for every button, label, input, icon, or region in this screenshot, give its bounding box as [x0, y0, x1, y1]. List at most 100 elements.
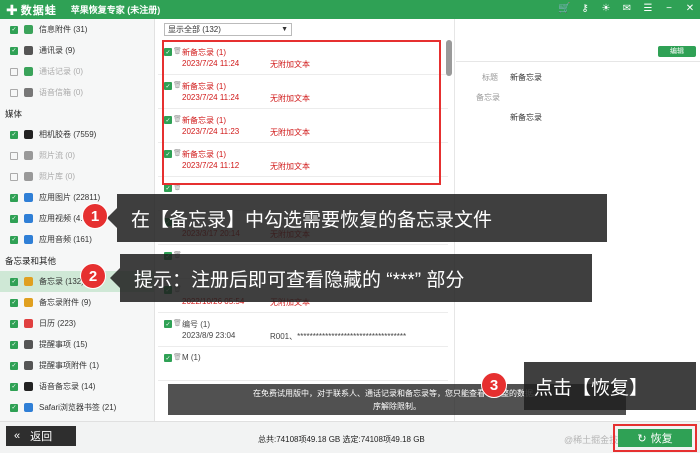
note-list-item[interactable]: ✓ 🗑 M (1)	[158, 347, 448, 381]
list-scrollbar[interactable]	[446, 40, 452, 76]
step-2-badge: 2	[80, 263, 106, 289]
note-title: 新备忘录 (1)	[182, 48, 226, 57]
checkbox[interactable]: ✓	[10, 277, 18, 286]
checkbox[interactable]: ✓	[10, 319, 18, 328]
checkbox[interactable]: ✓	[164, 116, 172, 124]
sidebar-section-title: 媒体	[5, 108, 23, 119]
checkbox[interactable]: ✓	[10, 214, 18, 223]
app-videos-icon	[24, 214, 33, 223]
edit-button[interactable]: 编辑	[658, 46, 696, 57]
sidebar-item[interactable]: ✓ 语音备忘录 (14)	[0, 376, 154, 397]
checkbox[interactable]: ✓	[10, 235, 18, 244]
checkbox[interactable]	[10, 151, 18, 160]
checkbox[interactable]: ✓	[10, 382, 18, 391]
highlight-box-restore: ↻ 恢复	[613, 424, 697, 452]
checkbox[interactable]	[10, 88, 18, 97]
note-extra: 无附加文本	[270, 94, 310, 103]
note-list-item[interactable]: ✓ 🗑 新备忘录 (1) 2023/7/24 11:12 无附加文本	[158, 143, 448, 177]
detail-divider	[456, 61, 700, 62]
note-date: 2023/7/24 11:12	[182, 161, 240, 170]
reminder-attachment-icon	[24, 361, 33, 370]
sidebar-item[interactable]: ✓ 提醒事项附件 (1)	[0, 355, 154, 376]
step-1-badge: 1	[82, 203, 108, 229]
checkbox[interactable]: ✓	[10, 298, 18, 307]
selection-status: 总共:74108项49.18 GB 选定:74108项49.18 GB	[258, 435, 425, 444]
sidebar-item[interactable]: ✓ 信息附件 (31)	[0, 19, 154, 40]
call-log-icon	[24, 67, 33, 76]
sidebar-item-label: 应用视频 (4...	[39, 214, 88, 223]
message-attachment-icon	[24, 25, 33, 34]
sidebar-item-label: 应用音频 (161)	[39, 235, 92, 244]
sidebar-item[interactable]: 语音信箱 (0)	[0, 82, 154, 103]
note-list-item[interactable]: ✓ 🗑 新备忘录 (1) 2023/7/24 11:23 无附加文本	[158, 109, 448, 143]
chevron-down-icon: ▼	[281, 26, 288, 33]
sidebar-item[interactable]: 照片库 (0)	[0, 166, 154, 187]
filter-select[interactable]: 显示全部 (132) ▼	[164, 23, 292, 36]
checkbox[interactable]: ✓	[164, 320, 172, 328]
callout-step-2: 提示：注册后即可查看隐藏的 “***” 部分	[120, 254, 592, 302]
app-photos-icon	[24, 193, 33, 202]
notes-attachment-icon	[24, 298, 33, 307]
checkbox[interactable]: ✓	[164, 48, 172, 56]
checkbox[interactable]: ✓	[10, 193, 18, 202]
calendar-icon	[24, 319, 33, 328]
note-list-item[interactable]: ✓ 🗑 编号 (1) 2023/8/9 23:04 R001、*************…	[158, 313, 448, 347]
checkbox[interactable]: ✓	[164, 150, 172, 158]
checkbox[interactable]: ✓	[164, 82, 172, 90]
sidebar-item[interactable]: ✓ 相机胶卷 (7559)	[0, 124, 154, 145]
window-controls: 🛒 ⚷ ☀ ✉ ☰ − ✕	[558, 3, 696, 15]
sidebar-item[interactable]: ✓ Safari浏览器书签 (21)	[0, 397, 154, 418]
cart-icon[interactable]: 🛒	[558, 3, 570, 15]
menu-icon[interactable]: ☰	[642, 3, 654, 15]
app-logo: ✚ 数据蛙	[6, 2, 57, 18]
callout-step-1-pointer	[107, 208, 117, 228]
callout-step-3: 点击【恢复】	[524, 362, 696, 410]
logo-plus-icon: ✚	[6, 1, 18, 18]
bottom-bar: « 返回 总共:74108项49.18 GB 选定:74108项49.18 GB…	[0, 421, 700, 453]
trash-icon: 🗑	[173, 116, 182, 123]
checkbox[interactable]	[10, 172, 18, 181]
checkbox[interactable]: ✓	[10, 340, 18, 349]
restore-icon: ↻	[637, 432, 647, 445]
back-button[interactable]: « 返回	[6, 426, 76, 446]
checkbox[interactable]: ✓	[164, 354, 172, 362]
double-chevron-left-icon: «	[14, 430, 21, 442]
lightbulb-icon[interactable]: ☀	[600, 3, 612, 15]
sidebar-item-label: 照片流 (0)	[39, 151, 75, 160]
feedback-icon[interactable]: ✉	[621, 3, 633, 15]
checkbox[interactable]: ✓	[10, 25, 18, 34]
back-label: 返回	[30, 431, 53, 443]
photo-stream-icon	[24, 151, 33, 160]
note-extra: 无附加文本	[270, 128, 310, 137]
note-list-item[interactable]: ✓ 🗑 新备忘录 (1) 2023/7/24 11:24 无附加文本	[158, 75, 448, 109]
note-date: 2023/7/24 11:24	[182, 59, 240, 68]
callout-step-3-text: 点击【恢复】	[534, 377, 649, 399]
checkbox[interactable]: ✓	[10, 403, 18, 412]
sidebar-item[interactable]: ✓ 日历 (223)	[0, 313, 154, 334]
checkbox[interactable]: ✓	[10, 46, 18, 55]
trash-icon: 🗑	[173, 150, 182, 157]
checkbox[interactable]: ✓	[164, 184, 172, 192]
sidebar-item[interactable]: ✓ 通讯录 (9)	[0, 40, 154, 61]
contacts-icon	[24, 46, 33, 55]
checkbox[interactable]	[10, 67, 18, 76]
minimize-icon[interactable]: −	[663, 3, 675, 15]
checkbox[interactable]: ✓	[10, 130, 18, 139]
key-icon[interactable]: ⚷	[579, 3, 591, 15]
sidebar-item-label: 备忘录附件 (9)	[39, 298, 91, 307]
sidebar-item[interactable]: 通话记录 (0)	[0, 61, 154, 82]
trash-icon: 🗑	[173, 320, 182, 327]
trash-icon: 🗑	[173, 82, 182, 89]
restore-button[interactable]: ↻ 恢复	[618, 429, 692, 447]
note-extra: R001、***********************************	[270, 332, 407, 341]
callout-step-1-text: 在【备忘录】中勾选需要恢复的备忘录文件	[131, 209, 493, 231]
note-list-item[interactable]: ✓ 🗑 新备忘录 (1) 2023/7/24 11:24 无附加文本	[158, 41, 448, 75]
note-extra: 无附加文本	[270, 162, 310, 171]
checkbox[interactable]: ✓	[10, 361, 18, 370]
sidebar-item-label: 照片库 (0)	[39, 172, 75, 181]
note-title: 新备忘录 (1)	[182, 150, 226, 159]
close-icon[interactable]: ✕	[684, 3, 696, 15]
sidebar-item[interactable]: 照片流 (0)	[0, 145, 154, 166]
sidebar-item[interactable]: ✓ 提醒事项 (15)	[0, 334, 154, 355]
trash-icon: 🗑	[173, 354, 182, 361]
